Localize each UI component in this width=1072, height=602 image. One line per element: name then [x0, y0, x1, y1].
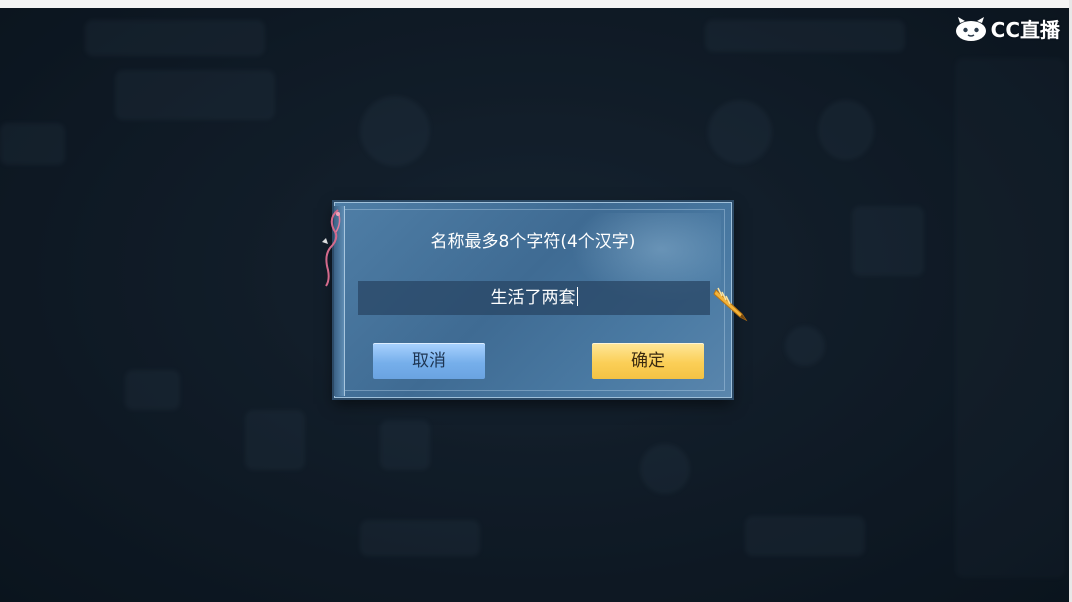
rename-dialog: 名称最多8个字符(4个汉字) 生活了两套 取消 确定 [334, 202, 732, 398]
confirm-button[interactable]: 确定 [592, 343, 704, 379]
ribbon-tassel-icon [320, 208, 344, 288]
cc-live-watermark: CC直播 [955, 14, 1060, 43]
name-input[interactable]: 生活了两套 [358, 281, 710, 315]
cancel-button[interactable]: 取消 [373, 343, 485, 379]
watermark-brand-text: CC直播 [990, 18, 1060, 42]
cc-live-mascot-icon [955, 16, 987, 42]
text-caret [576, 287, 578, 306]
game-screen: CC直播 名称最多8个字符(4个汉字) 生活了两套 取消 确定 [0, 0, 1072, 602]
dialog-title: 名称最多8个字符(4个汉字) [430, 232, 636, 252]
quill-pen-icon [712, 284, 752, 324]
name-input-value: 生活了两套 [490, 288, 576, 308]
top-strip [0, 0, 1072, 8]
